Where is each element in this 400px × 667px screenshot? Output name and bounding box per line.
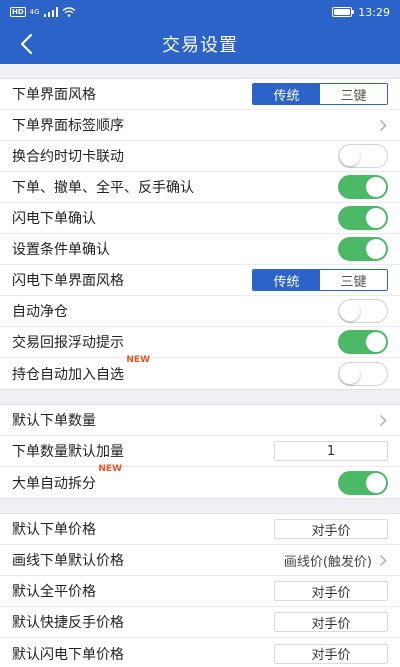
back-arrow-icon [20, 33, 33, 55]
auto-split-toggle[interactable] [338, 470, 388, 495]
row-qty-step: 下单数量默认加量 1 [0, 436, 400, 467]
flash-ui-style-option-three-keys[interactable]: 三键 [320, 270, 387, 290]
row-flash-ui-style: 闪电下单界面风格 传统 三键 [0, 265, 400, 296]
row-order-tab-order[interactable]: 下单界面标签顺序 [0, 110, 400, 141]
flash-price-select[interactable]: 对手价 [274, 643, 388, 664]
setting-label: 下单数量默认加量 [12, 444, 124, 460]
signal-icon [43, 7, 58, 17]
setting-label: 大单自动拆分 NEW [12, 464, 122, 493]
setting-label: 交易回报浮动提示 [12, 335, 124, 351]
line-price-value: 画线价(触发价) [283, 554, 372, 570]
setting-label: 下单界面标签顺序 [12, 118, 124, 134]
setting-label: 闪电下单确认 [12, 211, 96, 227]
setting-label: 换合约时切卡联动 [12, 149, 124, 165]
row-reverse-price: 默认快捷反手价格 对手价 [0, 607, 400, 638]
back-button[interactable] [8, 26, 44, 62]
setting-label: 默认闪电下单价格 [12, 646, 124, 663]
flash-ui-style-option-traditional[interactable]: 传统 [253, 270, 320, 290]
row-flash-price: 默认闪电下单价格 对手价 [0, 638, 400, 667]
setting-label: 闪电下单界面风格 [12, 273, 124, 289]
setting-label: 默认快捷反手价格 [12, 615, 124, 631]
setting-label: 下单界面风格 [12, 87, 96, 103]
row-contract-link: 换合约时切卡联动 [0, 141, 400, 172]
new-badge: NEW [126, 354, 150, 365]
flash-ui-style-segmented: 传统 三键 [252, 269, 388, 291]
float-tip-toggle[interactable] [338, 330, 388, 354]
setting-label: 设置条件单确认 [12, 242, 110, 258]
close-price-select[interactable]: 对手价 [274, 581, 388, 601]
setting-label: 持仓自动加入自选 NEW [12, 355, 150, 384]
order-ui-style-option-three-keys[interactable]: 三键 [320, 84, 387, 104]
condition-confirm-toggle[interactable] [338, 237, 388, 261]
auto-net-toggle[interactable] [338, 299, 388, 323]
chevron-right-icon [376, 413, 390, 427]
setting-label: 默认下单价格 [12, 522, 96, 538]
settings-group-price: 默认下单价格 对手价 画线下单默认价格 画线价(触发价) 默认全平价格 对手价 … [0, 513, 400, 667]
battery-icon [332, 7, 355, 17]
settings-group-general: 下单界面风格 传统 三键 下单界面标签顺序 换合约时切卡联动 下单、撤单、全平、… [0, 78, 400, 390]
order-ui-style-option-traditional[interactable]: 传统 [253, 84, 320, 104]
settings-group-quantity: 默认下单数量 下单数量默认加量 1 大单自动拆分 NEW [0, 404, 400, 499]
reverse-price-select[interactable]: 对手价 [274, 612, 388, 632]
auto-split-label: 大单自动拆分 [12, 475, 96, 492]
row-default-qty[interactable]: 默认下单数量 [0, 405, 400, 436]
chevron-right-icon [376, 118, 390, 132]
row-confirm-actions: 下单、撤单、全平、反手确认 [0, 172, 400, 203]
order-ui-style-segmented: 传统 三键 [252, 83, 388, 105]
row-line-price[interactable]: 画线下单默认价格 画线价(触发价) [0, 545, 400, 576]
nav-bar: 交易设置 [0, 24, 400, 64]
default-price-select[interactable]: 对手价 [274, 519, 388, 539]
row-float-tip: 交易回报浮动提示 [0, 327, 400, 358]
row-order-ui-style: 下单界面风格 传统 三键 [0, 79, 400, 110]
network-type: 4G [29, 8, 40, 16]
row-condition-confirm: 设置条件单确认 [0, 234, 400, 265]
auto-watch-toggle[interactable] [338, 361, 388, 386]
flash-confirm-toggle[interactable] [338, 206, 388, 230]
setting-label: 自动净仓 [12, 304, 68, 320]
status-time: 13:29 [358, 5, 390, 19]
row-close-price: 默认全平价格 对手价 [0, 576, 400, 607]
row-flash-confirm: 闪电下单确认 [0, 203, 400, 234]
new-badge: NEW [98, 463, 122, 474]
contract-link-toggle[interactable] [338, 144, 388, 168]
setting-label: 默认全平价格 [12, 584, 96, 600]
page-title: 交易设置 [162, 35, 238, 56]
setting-label: 画线下单默认价格 [12, 553, 124, 569]
setting-label: 默认下单数量 [12, 413, 96, 429]
hd-indicator: HD [10, 7, 26, 17]
row-default-price: 默认下单价格 对手价 [0, 514, 400, 545]
row-auto-net: 自动净仓 [0, 296, 400, 327]
status-bar: HD 4G 13:29 [0, 0, 400, 24]
row-auto-split: 大单自动拆分 NEW [0, 464, 400, 498]
chevron-right-icon [376, 553, 390, 567]
setting-label: 下单、撤单、全平、反手确认 [12, 180, 194, 196]
qty-step-input[interactable]: 1 [274, 441, 388, 461]
settings-content: 下单界面风格 传统 三键 下单界面标签顺序 换合约时切卡联动 下单、撤单、全平、… [0, 64, 400, 667]
confirm-actions-toggle[interactable] [338, 175, 388, 199]
row-auto-watch: 持仓自动加入自选 NEW [0, 355, 400, 389]
wifi-icon [62, 7, 76, 17]
auto-watch-label: 持仓自动加入自选 [12, 366, 124, 383]
